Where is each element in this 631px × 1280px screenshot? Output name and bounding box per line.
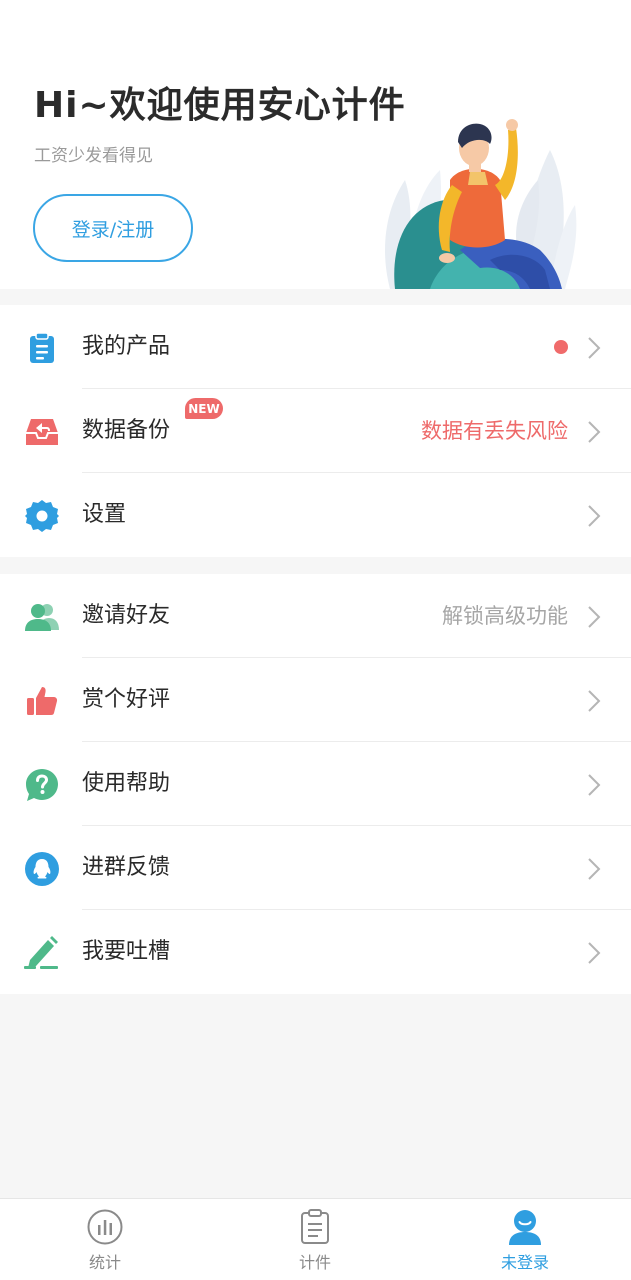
menu-item-rate-app[interactable]: 赏个好评 [0,658,631,742]
chevron-right-icon [588,421,601,443]
profile-header: Hi~欢迎使用安心计件 工资少发看得见 登录/注册 [0,0,631,289]
menu-item-help[interactable]: 使用帮助 [0,742,631,826]
menu-item-data-backup[interactable]: 数据备份 数据有丢失风险 [0,389,631,473]
menu-item-label: 我的产品 [82,334,171,359]
greeting-title: Hi~欢迎使用安心计件 [34,85,406,126]
users-icon [24,599,60,635]
chevron-right-icon [588,942,601,964]
backup-warning-text: 数据有丢失风险 [421,419,568,443]
menu-item-label: 邀请好友 [82,603,171,628]
thumbs-up-icon [24,683,60,719]
qq-penguin-icon [24,851,60,887]
menu-item-label: 数据备份 [82,418,171,443]
greeting-subtitle: 工资少发看得见 [34,146,153,166]
chevron-right-icon [588,690,601,712]
menu-item-feedback[interactable]: 我要吐槽 [0,910,631,994]
new-badge: NEW [185,398,223,419]
menu-item-label: 设置 [82,502,127,527]
tab-profile[interactable]: 未登录 [465,1199,585,1280]
inbox-backup-icon [24,414,60,450]
question-bubble-icon [24,767,60,803]
invite-hint-text: 解锁高级功能 [442,604,568,628]
menu-item-label: 使用帮助 [82,771,171,796]
chevron-right-icon [588,858,601,880]
chevron-right-icon [588,337,601,359]
chart-circle-icon [87,1209,123,1245]
bottom-tab-bar: 统计 计件 未登录 [0,1198,631,1280]
menu-item-label: 进群反馈 [82,855,171,880]
tab-label: 未登录 [500,1253,549,1272]
user-avatar-icon [509,1210,541,1245]
menu-item-label: 赏个好评 [82,687,171,712]
pencil-edit-icon [24,935,60,971]
notification-dot [554,340,568,354]
chevron-right-icon [588,774,601,796]
chevron-right-icon [588,606,601,628]
menu-item-label: 我要吐槽 [82,939,171,964]
menu-item-my-products[interactable]: 我的产品 [0,305,631,389]
menu-section-primary: 我的产品 数据备份 数据有丢失风险 设置 [0,305,631,557]
menu-item-join-group[interactable]: 进群反馈 [0,826,631,910]
tab-statistics[interactable]: 统计 [45,1199,165,1280]
clipboard-icon [24,330,60,366]
tab-label: 统计 [88,1253,121,1272]
chevron-right-icon [588,505,601,527]
login-register-button[interactable]: 登录/注册 [33,194,193,262]
waving-person-illustration [385,119,577,289]
tab-label: 计件 [298,1253,331,1272]
menu-item-invite-friends[interactable]: 邀请好友 解锁高级功能 [0,574,631,658]
clipboard-list-icon [301,1209,329,1244]
gear-icon [24,498,60,534]
menu-section-secondary: 邀请好友 解锁高级功能 赏个好评 使用帮助 进群反馈 我要吐槽 [0,574,631,994]
menu-item-settings[interactable]: 设置 [0,473,631,557]
tab-piecework[interactable]: 计件 [255,1199,375,1280]
